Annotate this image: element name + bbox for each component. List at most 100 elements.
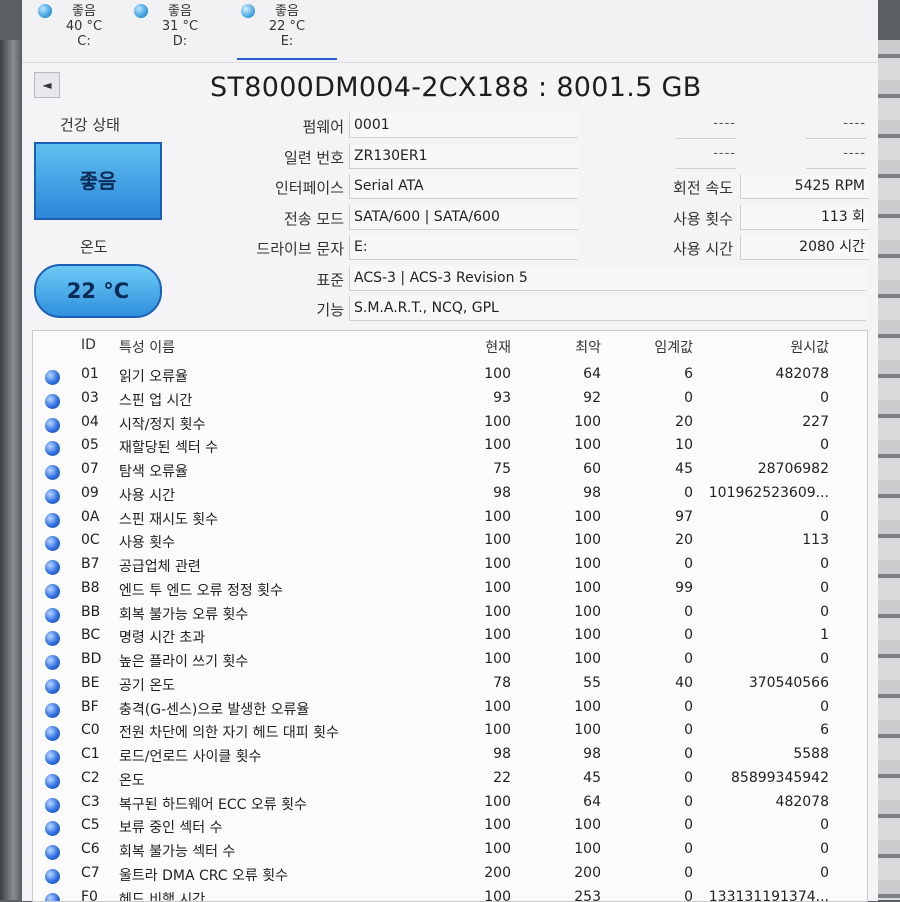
attribute-raw: 0 <box>673 390 829 406</box>
status-dot-icon <box>45 465 60 480</box>
table-row[interactable]: 0A스핀 재시도 횟수100100970 <box>33 509 867 533</box>
drive-tab-c[interactable]: 좋음 40 °C C: <box>34 0 134 58</box>
attribute-worst: 100 <box>523 627 601 643</box>
attribute-id: 03 <box>81 390 99 406</box>
attribute-raw: 0 <box>673 699 829 715</box>
status-dot-icon <box>45 821 60 836</box>
attribute-worst: 92 <box>523 390 601 406</box>
attribute-id: C6 <box>81 841 100 857</box>
attribute-id: BC <box>81 627 100 643</box>
health-status-icon <box>241 4 255 18</box>
health-status-button[interactable]: 좋음 <box>34 142 162 220</box>
previous-drive-button[interactable]: ◄ <box>34 72 60 98</box>
attribute-worst: 55 <box>523 675 601 691</box>
status-dot-icon <box>45 655 60 670</box>
serial-value: ZR130ER1 <box>349 144 578 169</box>
table-row[interactable]: C0전원 차단에 의한 자기 헤드 대피 횟수10010006 <box>33 722 867 746</box>
table-row[interactable]: C3복구된 하드웨어 ECC 오류 횟수100640482078 <box>33 794 867 818</box>
attribute-raw: 0 <box>673 580 829 596</box>
attribute-worst: 60 <box>523 461 601 477</box>
attribute-raw: 0 <box>673 604 829 620</box>
column-header-worst[interactable]: 최악 <box>523 337 601 357</box>
attribute-id: B8 <box>81 580 100 596</box>
table-row[interactable]: C5보류 중인 섹터 수10010000 <box>33 817 867 841</box>
attribute-worst: 100 <box>523 532 601 548</box>
attribute-raw: 101962523609... <box>673 485 829 501</box>
table-row[interactable]: 05재할당된 섹터 수100100100 <box>33 437 867 461</box>
attribute-worst: 100 <box>523 414 601 430</box>
attribute-raw: 1 <box>673 627 829 643</box>
status-dot-icon <box>45 513 60 528</box>
attribute-current: 100 <box>433 556 511 572</box>
drive-tab-e[interactable]: 좋음 22 °C E: <box>237 0 337 60</box>
attribute-raw: 0 <box>673 556 829 572</box>
power-on-count-label: 사용 횟수 <box>615 208 733 229</box>
attribute-raw: 227 <box>673 414 829 430</box>
drive-tab-letter: D: <box>130 34 230 49</box>
status-dot-icon <box>45 441 60 456</box>
attribute-worst: 100 <box>523 509 601 525</box>
table-row[interactable]: C2온도2245085899345942 <box>33 770 867 794</box>
attribute-id: 01 <box>81 366 99 382</box>
drive-tab-temp: 22 °C <box>237 19 337 34</box>
table-row[interactable]: BE공기 온도785540370540566 <box>33 675 867 699</box>
attribute-name: 복구된 하드웨어 ECC 오류 횟수 <box>119 794 307 814</box>
smart-attributes-table[interactable]: ID 특성 이름 현재 최악 임계값 원시값 01읽기 오류율100646482… <box>32 330 868 902</box>
attribute-name: 보류 중인 섹터 수 <box>119 817 223 837</box>
drive-tab-temp: 31 °C <box>130 19 230 34</box>
status-dot-icon <box>45 845 60 860</box>
health-status-label: 건강 상태 <box>60 114 120 135</box>
temperature-button[interactable]: 22 °C <box>34 264 162 318</box>
attribute-current: 100 <box>433 651 511 667</box>
table-row[interactable]: 03스핀 업 시간939200 <box>33 390 867 414</box>
table-row[interactable]: 09사용 시간98980101962523609... <box>33 485 867 509</box>
attribute-raw: 482078 <box>673 366 829 382</box>
column-header-raw[interactable]: 원시값 <box>673 337 829 357</box>
table-row[interactable]: C1로드/언로드 사이클 횟수989805588 <box>33 746 867 770</box>
attribute-name: 울트라 DMA CRC 오류 횟수 <box>119 865 288 885</box>
drive-letter-value: E: <box>349 235 578 260</box>
attribute-current: 93 <box>433 390 511 406</box>
table-row[interactable]: 0C사용 횟수10010020113 <box>33 532 867 556</box>
table-row[interactable]: BB회복 불가능 오류 횟수10010000 <box>33 604 867 628</box>
transfer-mode-value: SATA/600 | SATA/600 <box>349 205 578 230</box>
column-header-id[interactable]: ID <box>81 337 96 353</box>
table-row[interactable]: BF충격(G-센스)으로 발생한 오류율10010000 <box>33 699 867 723</box>
drive-tab-letter: E: <box>237 34 337 49</box>
drive-tab-d[interactable]: 좋음 31 °C D: <box>130 0 230 58</box>
attribute-current: 100 <box>433 817 511 833</box>
attribute-name: 온도 <box>119 770 145 790</box>
table-row[interactable]: B8엔드 투 엔드 오류 정정 횟수100100990 <box>33 580 867 604</box>
attribute-worst: 100 <box>523 699 601 715</box>
table-row[interactable]: C6회복 불가능 섹터 수10010000 <box>33 841 867 865</box>
drive-title: ST8000DM004-2CX188 : 8001.5 GB <box>210 72 702 103</box>
status-dot-icon <box>45 893 60 902</box>
column-header-name[interactable]: 특성 이름 <box>119 337 175 357</box>
table-row[interactable]: 07탐색 오류율75604528706982 <box>33 461 867 485</box>
attribute-worst: 100 <box>523 722 601 738</box>
table-row[interactable]: C7울트라 DMA CRC 오류 횟수20020000 <box>33 865 867 889</box>
attribute-current: 100 <box>433 580 511 596</box>
firmware-label: 펌웨어 <box>204 116 344 137</box>
attribute-current: 75 <box>433 461 511 477</box>
attribute-raw: 0 <box>673 509 829 525</box>
attribute-worst: 45 <box>523 770 601 786</box>
empty-field-value: ---- <box>806 146 866 169</box>
table-row[interactable]: BD높은 플라이 쓰기 횟수10010000 <box>33 651 867 675</box>
attribute-current: 100 <box>433 437 511 453</box>
column-header-current[interactable]: 현재 <box>433 337 511 357</box>
interface-label: 인터페이스 <box>204 177 344 198</box>
attribute-worst: 64 <box>523 794 601 810</box>
attribute-current: 100 <box>433 532 511 548</box>
health-status-icon <box>38 4 52 18</box>
attribute-worst: 98 <box>523 746 601 762</box>
table-row[interactable]: B7공급업체 관련10010000 <box>33 556 867 580</box>
status-dot-icon <box>45 750 60 765</box>
table-row[interactable]: BC명령 시간 초과10010001 <box>33 627 867 651</box>
table-row[interactable]: 01읽기 오류율100646482078 <box>33 366 867 390</box>
status-dot-icon <box>45 394 60 409</box>
status-dot-icon <box>45 560 60 575</box>
table-row[interactable]: 04시작/정지 횟수10010020227 <box>33 414 867 438</box>
attribute-current: 100 <box>433 794 511 810</box>
drive-tab-bar: 좋음 40 °C C: 좋음 31 °C D: 좋음 22 °C E: <box>22 0 878 58</box>
